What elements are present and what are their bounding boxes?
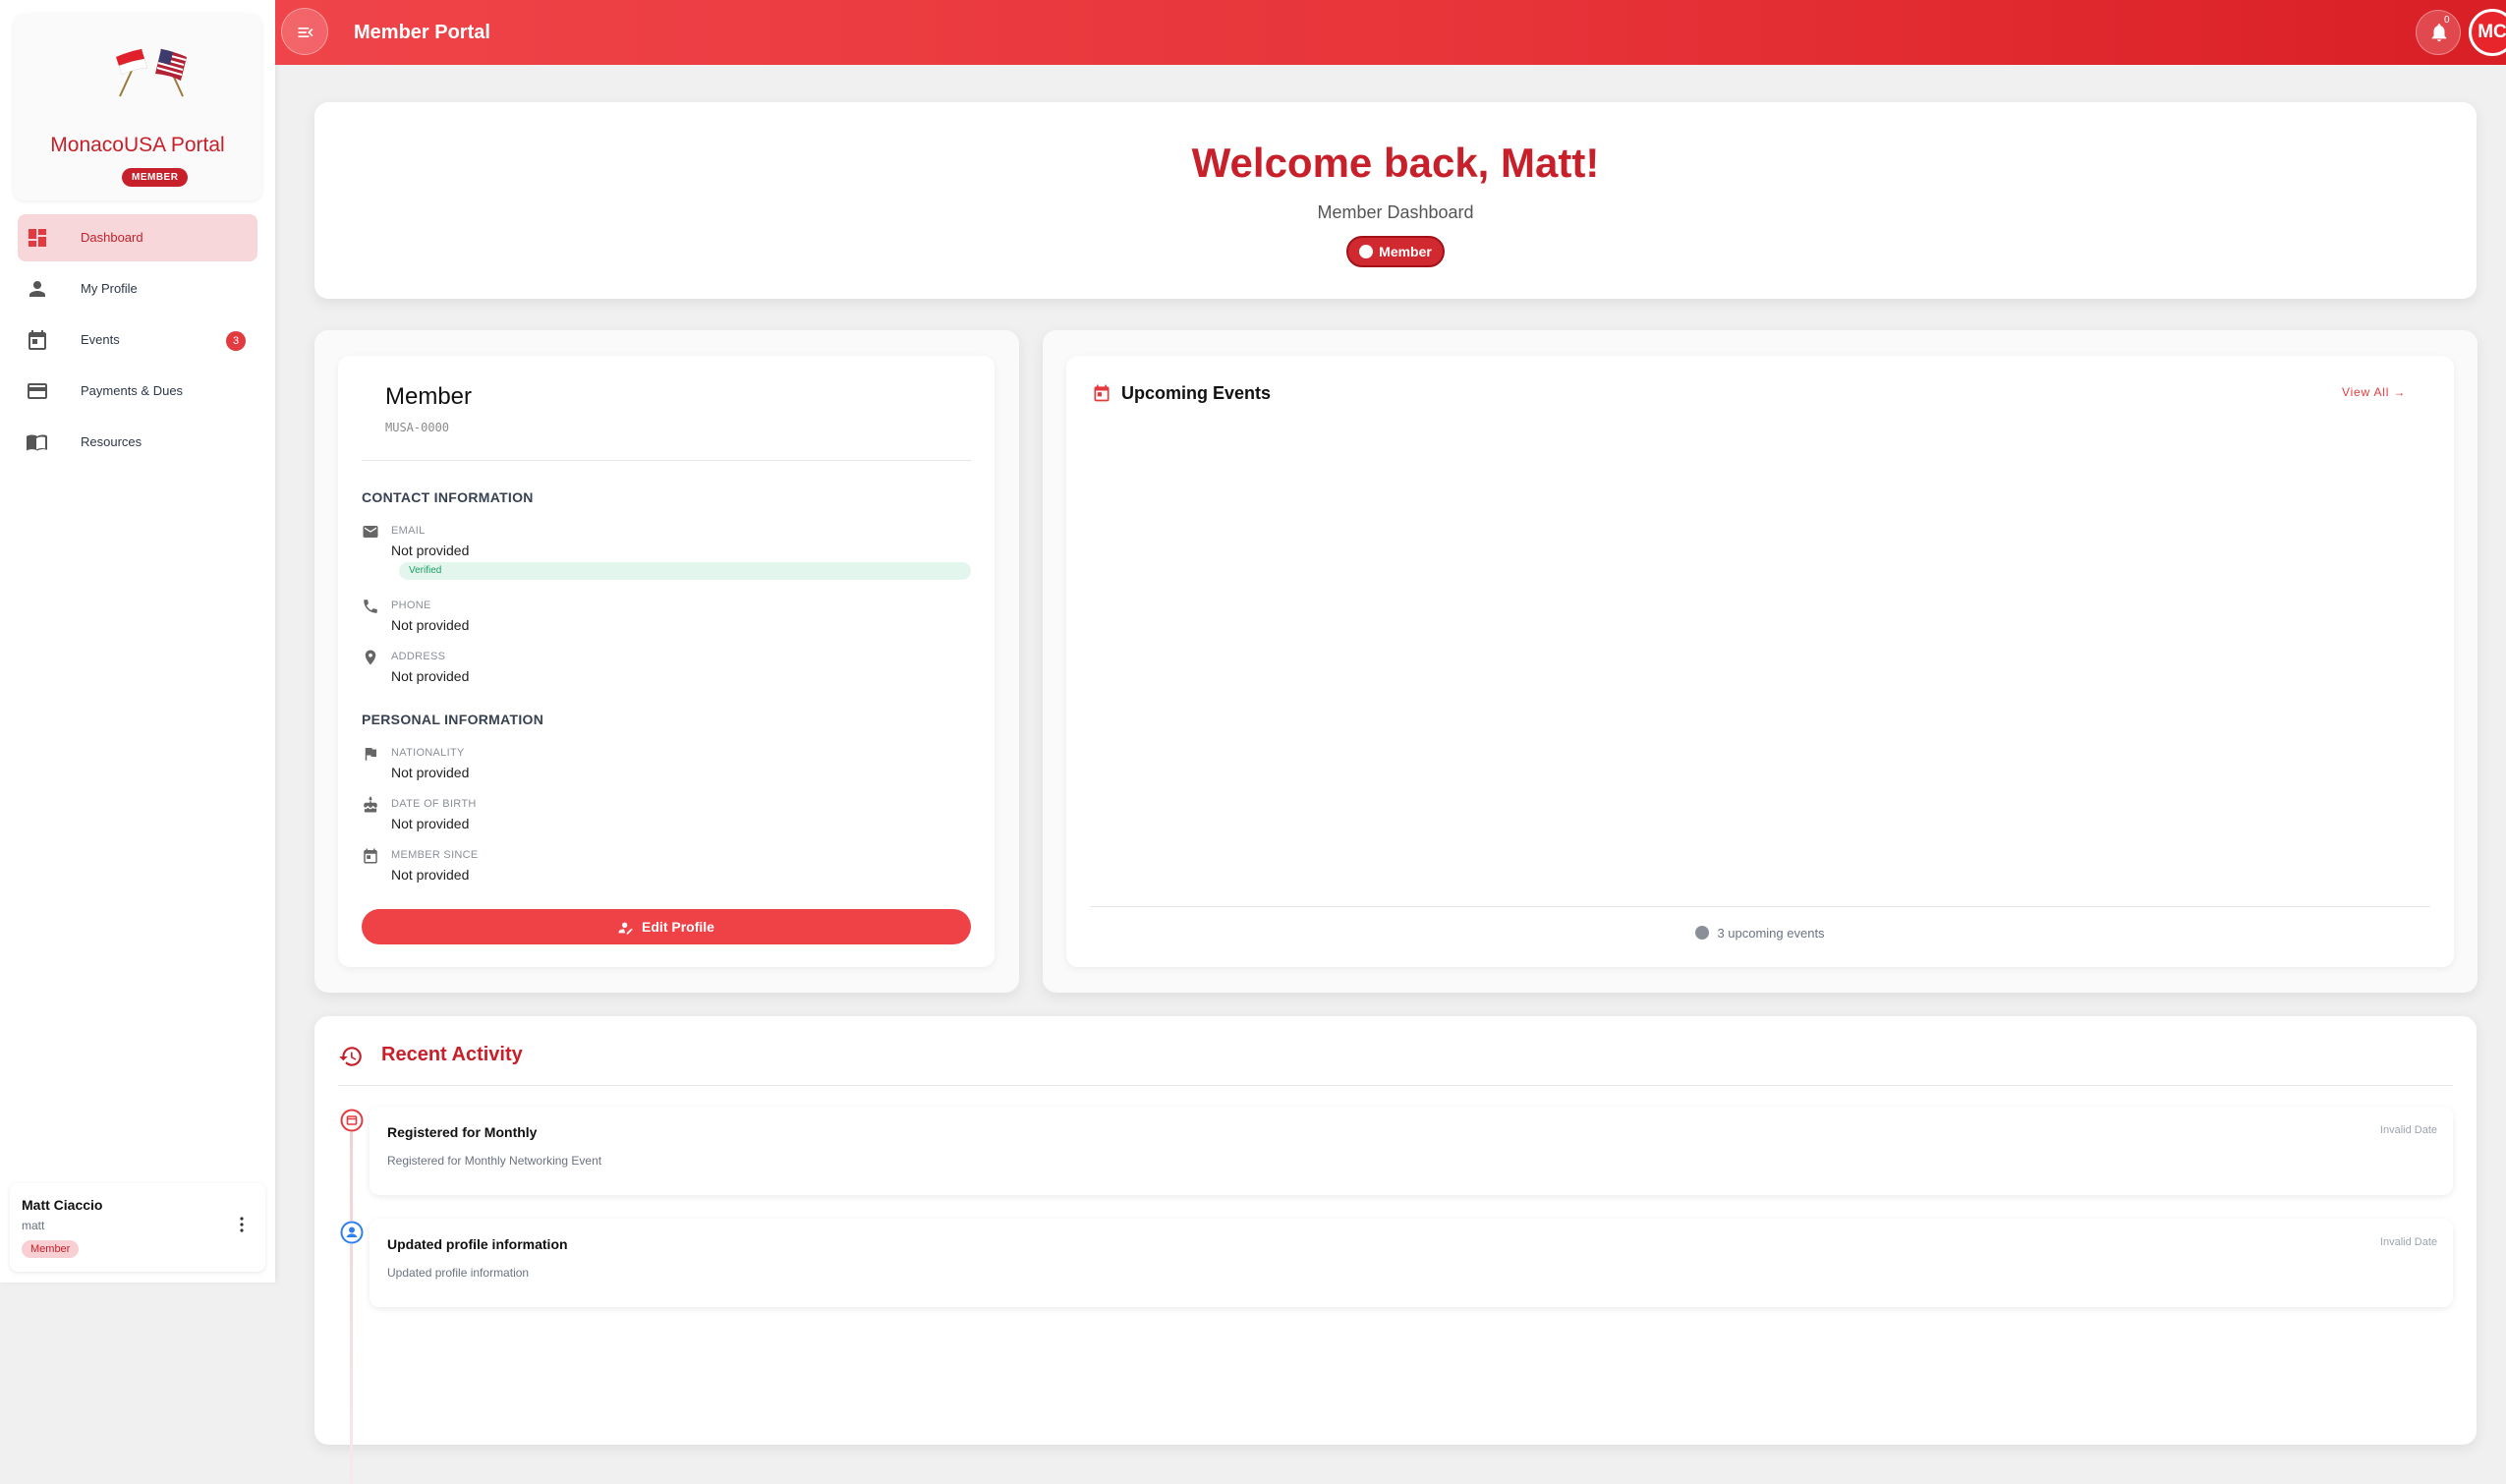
dob-value: Not provided bbox=[391, 816, 470, 831]
address-value: Not provided bbox=[391, 668, 470, 684]
activity-title: Registered for Monthly bbox=[387, 1124, 538, 1140]
user-card[interactable]: Matt Ciaccio matt Member bbox=[10, 1183, 265, 1272]
events-footer: 3 upcoming events bbox=[1066, 926, 2454, 941]
welcome-card: Welcome back, Matt! Member Dashboard Mem… bbox=[314, 102, 2477, 299]
info-icon bbox=[1695, 926, 1710, 940]
view-all-link[interactable]: View All → bbox=[2342, 385, 2406, 399]
events-title: Upcoming Events bbox=[1121, 383, 1272, 403]
book-icon bbox=[27, 434, 47, 451]
calendar-today-icon bbox=[364, 848, 377, 864]
member-role-chip: Member bbox=[1346, 236, 1445, 267]
menu-open-icon bbox=[298, 28, 313, 37]
sidebar-item-label: Resources bbox=[81, 434, 142, 449]
sidebar-item-dashboard[interactable]: Dashboard bbox=[18, 214, 257, 261]
events-card-wrapper: Upcoming Events View All → 3 upcoming ev… bbox=[1043, 330, 2478, 993]
member-id: MUSA-0000 bbox=[385, 421, 450, 434]
welcome-subtitle: Member Dashboard bbox=[1317, 202, 1474, 222]
edit-person-icon bbox=[618, 922, 633, 935]
sidebar-item-events[interactable]: Events 3 bbox=[18, 316, 257, 364]
notifications-button[interactable]: 0 bbox=[2416, 10, 2461, 55]
sidebar-item-resources[interactable]: Resources bbox=[18, 419, 257, 466]
more-vert-icon[interactable] bbox=[230, 1213, 254, 1236]
activity-description: Registered for Monthly Networking Event bbox=[387, 1154, 602, 1168]
credit-card-icon bbox=[28, 383, 47, 399]
events-count-text: 3 upcoming events bbox=[1717, 926, 1825, 941]
brand-panel: MonacoUSA Portal MEMBER bbox=[14, 14, 261, 200]
address-label: ADDRESS bbox=[391, 651, 446, 662]
phone-value: Not provided bbox=[391, 617, 470, 633]
activity-date: Invalid Date bbox=[2379, 1124, 2437, 1136]
role-badge: MEMBER bbox=[122, 168, 189, 187]
activity-description: Updated profile information bbox=[387, 1266, 530, 1280]
sidebar-item-label: My Profile bbox=[81, 281, 138, 296]
top-app-bar: Member Portal 0 MC bbox=[275, 0, 2506, 65]
user-name: Matt Ciaccio bbox=[22, 1197, 103, 1213]
location-icon bbox=[365, 650, 376, 665]
monaco-usa-flags-logo bbox=[116, 48, 187, 97]
user-role-badge: Member bbox=[22, 1240, 80, 1258]
member-since-label: MEMBER SINCE bbox=[391, 849, 479, 861]
brand-title: MonacoUSA Portal bbox=[50, 134, 225, 156]
sidebar-nav: Dashboard My Profile Events 3 Payments &… bbox=[18, 214, 257, 470]
divider bbox=[1090, 906, 2430, 907]
cake-icon bbox=[364, 796, 377, 813]
divider bbox=[338, 1085, 2453, 1086]
member-since-value: Not provided bbox=[391, 867, 470, 883]
edit-profile-label: Edit Profile bbox=[642, 919, 714, 935]
verified-badge: Verified bbox=[399, 562, 971, 580]
contact-heading: CONTACT INFORMATION bbox=[362, 489, 534, 505]
events-count-badge: 3 bbox=[226, 331, 246, 351]
sidebar-item-label: Dashboard bbox=[81, 230, 143, 245]
sidebar-item-my-profile[interactable]: My Profile bbox=[18, 265, 257, 313]
member-card-wrapper: Member MUSA-0000 CONTACT INFORMATION EMA… bbox=[314, 330, 1019, 993]
edit-profile-button[interactable]: Edit Profile bbox=[362, 909, 971, 944]
sidebar-item-label: Payments & Dues bbox=[81, 383, 184, 398]
phone-label: PHONE bbox=[391, 599, 431, 611]
avatar[interactable]: MC bbox=[2469, 9, 2506, 56]
activity-item[interactable]: Updated profile information Updated prof… bbox=[370, 1219, 2453, 1307]
email-icon bbox=[363, 526, 378, 538]
event-calendar-icon bbox=[1094, 384, 1110, 402]
activity-item[interactable]: Registered for Monthly Registered for Mo… bbox=[370, 1107, 2453, 1195]
history-icon bbox=[339, 1047, 362, 1066]
sidebar-item-label: Events bbox=[81, 332, 120, 347]
recent-activity-title: Recent Activity bbox=[381, 1044, 523, 1065]
nationality-label: NATIONALITY bbox=[391, 747, 465, 759]
menu-toggle-button[interactable] bbox=[281, 8, 328, 55]
recent-activity-card: Recent Activity Registered for Monthly R… bbox=[314, 1016, 2477, 1484]
profile-icon bbox=[340, 1221, 364, 1244]
member-card: Member MUSA-0000 CONTACT INFORMATION EMA… bbox=[338, 356, 995, 967]
phone-icon bbox=[364, 599, 377, 613]
user-handle: matt bbox=[22, 1219, 45, 1232]
email-label: EMAIL bbox=[391, 525, 426, 537]
member-role-label: Member bbox=[1379, 244, 1432, 259]
notification-count: 0 bbox=[2444, 15, 2450, 26]
timeline-line bbox=[350, 1114, 353, 1484]
activity-title: Updated profile information bbox=[387, 1236, 568, 1252]
event-icon bbox=[340, 1109, 364, 1132]
dob-label: DATE OF BIRTH bbox=[391, 798, 477, 810]
dashboard-icon bbox=[28, 229, 46, 247]
email-value: Not provided bbox=[391, 542, 470, 558]
activity-date: Invalid Date bbox=[2379, 1236, 2437, 1248]
sidebar: MonacoUSA Portal MEMBER Dashboard My Pro… bbox=[0, 0, 275, 1283]
welcome-title: Welcome back, Matt! bbox=[1191, 140, 1600, 186]
flag-icon bbox=[365, 748, 376, 761]
arrow-right-icon: → bbox=[2393, 385, 2407, 399]
sidebar-item-payments[interactable]: Payments & Dues bbox=[18, 368, 257, 415]
account-circle-icon bbox=[1359, 245, 1374, 258]
person-icon bbox=[29, 281, 45, 297]
personal-heading: PERSONAL INFORMATION bbox=[362, 712, 544, 727]
nationality-value: Not provided bbox=[391, 765, 470, 780]
divider bbox=[362, 460, 971, 461]
events-card: Upcoming Events View All → 3 upcoming ev… bbox=[1066, 356, 2454, 967]
member-title: Member bbox=[385, 383, 473, 410]
view-all-label: View All bbox=[2342, 385, 2390, 399]
app-title: Member Portal bbox=[354, 22, 490, 43]
calendar-icon bbox=[28, 330, 46, 350]
